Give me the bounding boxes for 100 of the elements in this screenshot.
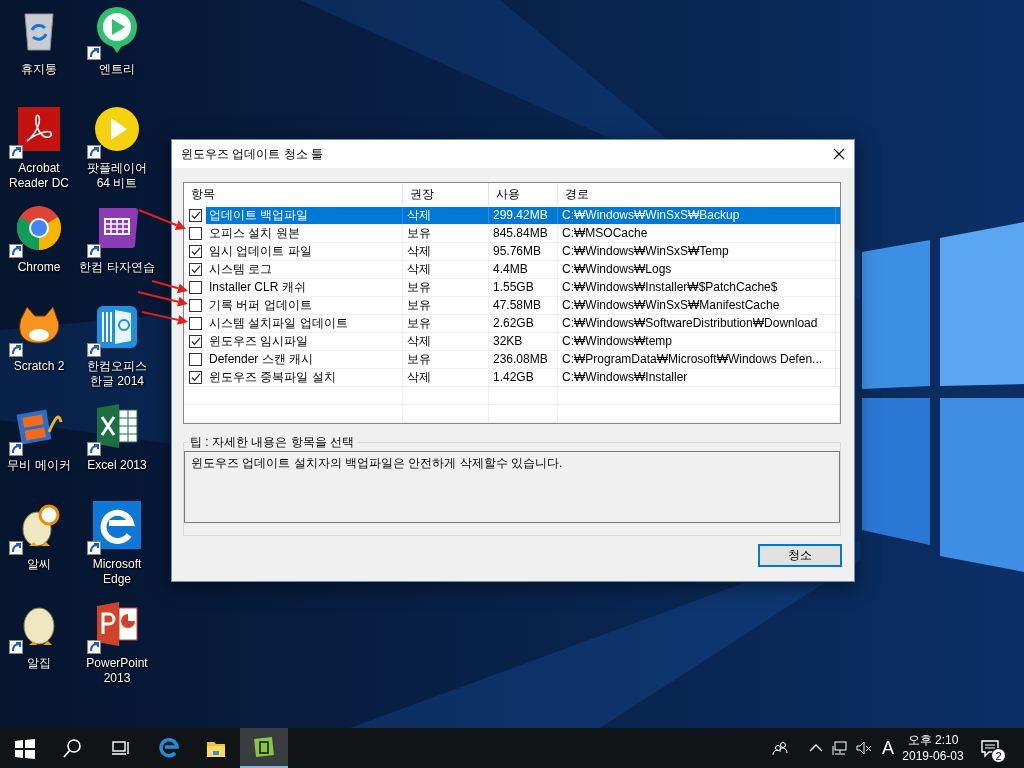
table-cell: 보유 xyxy=(403,297,489,314)
checkbox[interactable] xyxy=(188,371,202,384)
icon-label[interactable]: 팟플레이어 64 비트 xyxy=(79,161,155,191)
pdf-document-icon[interactable] xyxy=(15,105,63,153)
list-row[interactable]: 윈도우즈 임시파일 삭제 32KB C:₩Windows₩temp xyxy=(206,333,840,350)
table-cell: 보유 xyxy=(403,351,489,368)
icon-label[interactable]: Acrobat Reader DC xyxy=(1,161,77,191)
close-icon[interactable] xyxy=(833,148,845,160)
icon-label[interactable]: 한컴 타자연습 xyxy=(79,260,155,275)
table-cell: 299.42MB xyxy=(489,207,558,224)
table-cell: 삭제 xyxy=(403,369,489,386)
table-cell: 2.62GB xyxy=(489,315,558,332)
input-mode-indicator[interactable]: A xyxy=(876,737,900,759)
table-cell: 845.84MB xyxy=(489,225,558,242)
column-header[interactable]: 경로 xyxy=(558,183,840,205)
table-cell: 236.08MB xyxy=(489,351,558,368)
volume-muted-icon[interactable] xyxy=(856,740,872,756)
table-cell: C:₩Windows₩Logs xyxy=(558,261,836,278)
column-header[interactable]: 항목 xyxy=(184,183,403,205)
table-cell: Defender 스캔 캐시 xyxy=(206,351,403,368)
people-icon[interactable] xyxy=(772,740,788,756)
table-cell: C:₩Windows₩WinSxS₩ManifestCache xyxy=(558,297,836,314)
description-field[interactable]: 윈도우즈 업데이트 설치자의 백업파일은 안전하게 삭제할수 있습니다. xyxy=(184,451,840,523)
table-cell: 47.58MB xyxy=(489,297,558,314)
list-row[interactable]: 시스템 설치파일 업데이트 보유 2.62GB C:₩Windows₩SoftwareDistribution₩Download xyxy=(206,315,840,332)
checkbox[interactable] xyxy=(188,353,202,366)
table-cell: 오피스 설치 원본 xyxy=(206,225,403,242)
clock-time[interactable]: 오후 2:10 xyxy=(907,732,959,748)
annotation-arrow xyxy=(137,291,188,307)
group-label: 팁 : 자세한 내용은 항목을 선택 xyxy=(189,434,355,451)
icon-label[interactable]: 알씨 xyxy=(1,557,77,572)
icon-label[interactable]: Excel 2013 xyxy=(79,458,155,473)
browser-e-icon[interactable] xyxy=(157,737,179,759)
list-row[interactable]: 오피스 설치 원본 보유 845.84MB C:₩MSOCache xyxy=(206,225,840,242)
table-cell: 임시 업데이트 파일 xyxy=(206,243,403,260)
list-row[interactable]: Installer CLR 캐쉬 보유 1.55GB C:₩Windows₩Installer₩$PatchCache$ xyxy=(206,279,840,296)
icon-label[interactable]: 무비 메이커 xyxy=(1,458,77,473)
table-cell: 95.76MB xyxy=(489,243,558,260)
notification-icon[interactable] xyxy=(980,738,1000,758)
table-cell: C:₩Windows₩SoftwareDistribution₩Download xyxy=(558,315,836,332)
table-cell: 32KB xyxy=(489,333,558,350)
clock-date[interactable]: 2019-06-03 xyxy=(902,748,964,764)
table-cell: 기록 버퍼 업데이트 xyxy=(206,297,403,314)
checkbox[interactable] xyxy=(188,281,202,294)
table-cell: 업데이트 백업파일 xyxy=(206,207,403,224)
icon-label[interactable]: Microsoft Edge xyxy=(79,557,155,587)
table-cell: 보유 xyxy=(403,225,489,242)
icon-label[interactable]: 한컴오피스 한글 2014 xyxy=(79,359,155,389)
icon-label[interactable]: 알집 xyxy=(1,656,77,671)
play-button-icon[interactable] xyxy=(93,105,141,153)
list-row[interactable]: Defender 스캔 캐시 보유 236.08MB C:₩ProgramData₩Microsoft₩Windows Defen... xyxy=(206,351,840,368)
table-cell: 1.42GB xyxy=(489,369,558,386)
table-cell: C:₩ProgramData₩Microsoft₩Windows Defen... xyxy=(558,351,836,368)
network-icon[interactable] xyxy=(832,740,848,756)
icon-label[interactable]: Scratch 2 xyxy=(1,359,77,374)
checkbox[interactable] xyxy=(188,209,202,222)
table-cell: 윈도우즈 중복파일 설치 xyxy=(206,369,403,386)
list-row[interactable]: 업데이트 백업파일 삭제 299.42MB C:₩Windows₩WinSxS₩Backup xyxy=(206,207,840,224)
checkbox[interactable] xyxy=(188,245,202,258)
table-cell: 보유 xyxy=(403,315,489,332)
annotation-arrow xyxy=(151,280,188,294)
checkbox[interactable] xyxy=(188,299,202,312)
table-cell: C:₩Windows₩WinSxS₩Backup xyxy=(558,207,836,224)
table-cell: 보유 xyxy=(403,279,489,296)
table-cell: 시스템 설치파일 업데이트 xyxy=(206,315,403,332)
notification-badge: 2 xyxy=(991,748,1006,763)
table-cell: 삭제 xyxy=(403,333,489,350)
checkbox[interactable] xyxy=(188,227,202,240)
browser-icon[interactable] xyxy=(15,204,63,252)
table-cell: 삭제 xyxy=(403,243,489,260)
list-row[interactable]: 임시 업데이트 파일 삭제 95.76MB C:₩Windows₩WinSxS₩Temp xyxy=(206,243,840,260)
column-header[interactable]: 권장 xyxy=(403,183,489,205)
table-cell: 1.55GB xyxy=(489,279,558,296)
annotation-arrow xyxy=(138,209,186,230)
browser-e-icon[interactable] xyxy=(93,501,141,549)
table-cell: C:₩Windows₩Installer₩$PatchCache$ xyxy=(558,279,836,296)
checkbox[interactable] xyxy=(188,335,202,348)
icon-label[interactable]: Chrome xyxy=(1,260,77,275)
window-title: 윈도우즈 업데이트 청소 툴 xyxy=(181,145,323,163)
table-cell: 삭제 xyxy=(403,207,489,224)
list-row[interactable]: 시스템 로그 삭제 4.4MB C:₩Windows₩Logs xyxy=(206,261,840,278)
checkbox[interactable] xyxy=(188,263,202,276)
table-cell: 4.4MB xyxy=(489,261,558,278)
table-cell: C:₩Windows₩Installer xyxy=(558,369,836,386)
checkbox[interactable] xyxy=(188,317,202,330)
table-cell: 삭제 xyxy=(403,261,489,278)
list-row[interactable]: 윈도우즈 중복파일 설치 삭제 1.42GB C:₩Windows₩Installer xyxy=(206,369,840,386)
table-cell: 시스템 로그 xyxy=(206,261,403,278)
list-row[interactable]: 기록 버퍼 업데이트 보유 47.58MB C:₩Windows₩WinSxS₩ManifestCache xyxy=(206,297,840,314)
table-cell: C:₩Windows₩temp xyxy=(558,333,836,350)
icon-label[interactable]: 휴지통 xyxy=(1,62,77,77)
icon-label[interactable]: PowerPoint 2013 xyxy=(79,656,155,686)
start-icon[interactable] xyxy=(13,737,35,759)
search-icon[interactable] xyxy=(61,737,83,759)
trash-app-icon[interactable] xyxy=(253,736,275,758)
table-cell: C:₩MSOCache xyxy=(558,225,836,242)
icon-label[interactable]: 엔트리 xyxy=(79,62,155,77)
column-header[interactable]: 사용 xyxy=(489,183,558,205)
table-cell: 윈도우즈 임시파일 xyxy=(206,333,403,350)
clean-button[interactable]: 청소 xyxy=(758,544,842,567)
